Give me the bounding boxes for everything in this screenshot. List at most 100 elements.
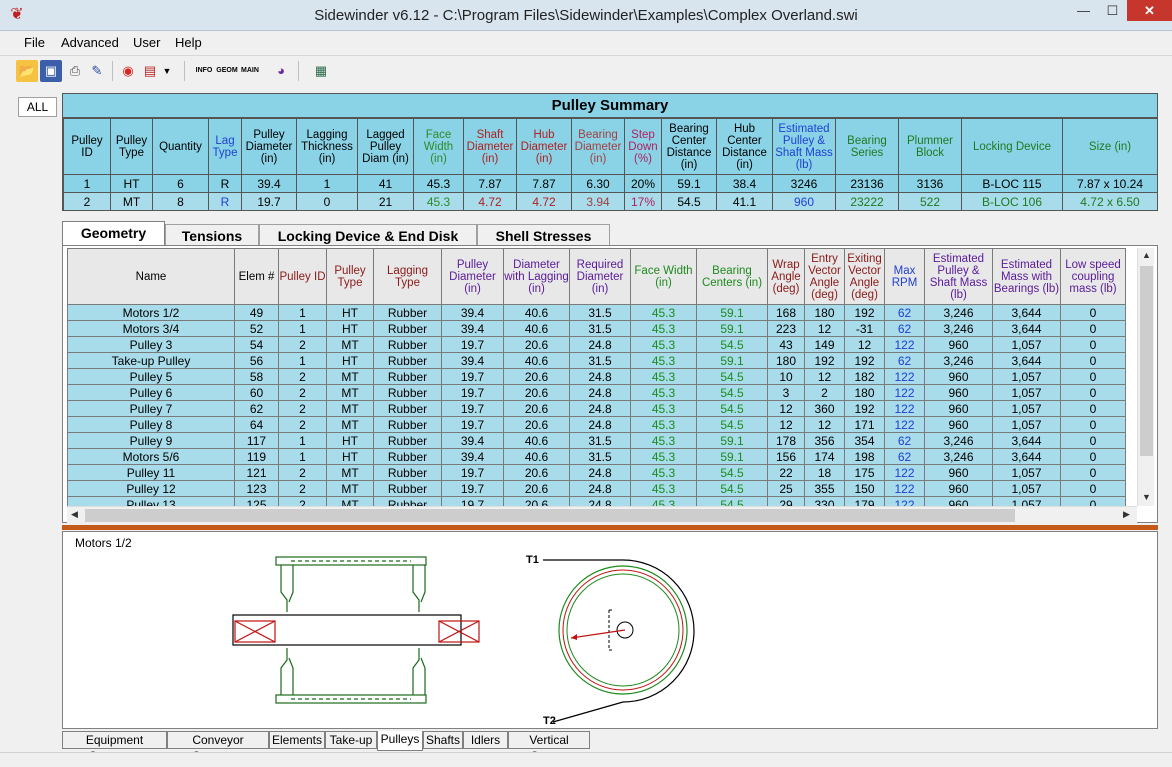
geometry-cell[interactable]: Rubber <box>373 304 442 321</box>
geometry-cell[interactable]: 119 <box>234 448 279 465</box>
geometry-cell[interactable]: 2 <box>804 384 845 401</box>
geometry-cell[interactable]: 0 <box>1060 448 1126 465</box>
summary-cell[interactable]: 23136 <box>835 174 899 193</box>
all-button[interactable]: ALL <box>18 97 57 117</box>
summary-cell[interactable]: 0 <box>296 192 358 211</box>
geometry-cell[interactable]: 180 <box>767 352 805 369</box>
geometry-header-cell[interactable]: Max RPM <box>884 248 925 305</box>
geometry-cell[interactable]: 24.8 <box>569 400 631 417</box>
geometry-cell[interactable]: 3,246 <box>924 448 993 465</box>
geometry-cell[interactable]: 24.8 <box>569 464 631 481</box>
geometry-header-cell[interactable]: Wrap Angle (deg) <box>767 248 805 305</box>
geometry-cell[interactable]: 40.6 <box>503 448 570 465</box>
geometry-cell[interactable]: 62 <box>884 432 925 449</box>
geometry-cell[interactable]: Rubber <box>373 416 442 433</box>
geometry-cell[interactable]: 19.7 <box>441 336 504 353</box>
geometry-cell[interactable]: 122 <box>884 368 925 385</box>
geometry-cell[interactable]: Rubber <box>373 400 442 417</box>
geometry-cell[interactable]: 31.5 <box>569 448 631 465</box>
geometry-cell[interactable]: 45.3 <box>630 416 697 433</box>
geometry-row[interactable]: Pulley 7 62 2 MT Rubber 19.7 20.6 24.8 45.3 54.5 1… <box>67 400 1126 417</box>
tab-geometry[interactable]: Geometry <box>62 221 165 247</box>
geometry-cell[interactable]: 182 <box>844 368 885 385</box>
geometry-cell[interactable]: 43 <box>767 336 805 353</box>
units-icon[interactable]: ◉ <box>117 60 139 82</box>
geometry-header-cell[interactable]: Exiting Vector Angle (deg) <box>844 248 885 305</box>
geometry-header-cell[interactable]: Lagging Type <box>373 248 442 305</box>
chart-icon[interactable]: ◕ <box>270 60 292 82</box>
geometry-cell[interactable]: 198 <box>844 448 885 465</box>
geometry-cell[interactable]: 39.4 <box>441 304 504 321</box>
summary-cell[interactable]: 59.1 <box>661 174 717 193</box>
geom-icon[interactable]: GEOM <box>216 60 238 82</box>
geometry-cell[interactable]: 62 <box>884 352 925 369</box>
menu-file[interactable]: File <box>24 35 45 50</box>
geometry-cell[interactable]: 31.5 <box>569 304 631 321</box>
summary-cell[interactable]: 54.5 <box>661 192 717 211</box>
geometry-cell[interactable]: MT <box>326 464 374 481</box>
geometry-cell[interactable]: 56 <box>234 352 279 369</box>
summary-cell[interactable]: 6.30 <box>571 174 625 193</box>
geometry-cell[interactable]: 1 <box>278 304 327 321</box>
geometry-cell[interactable]: 1,057 <box>992 384 1061 401</box>
geometry-cell[interactable]: 39.4 <box>441 432 504 449</box>
geometry-cell[interactable]: -31 <box>844 320 885 337</box>
scroll-right-icon[interactable]: ▶ <box>1123 509 1130 520</box>
geometry-cell[interactable]: 12 <box>804 416 845 433</box>
geometry-cell[interactable]: 123 <box>234 480 279 497</box>
dropdown-icon[interactable]: ▼ <box>160 60 174 82</box>
geometry-cell[interactable]: 31.5 <box>569 432 631 449</box>
geometry-row[interactable]: Pulley 11 121 2 MT Rubber 19.7 20.6 24.8 45.3 54.… <box>67 464 1126 481</box>
vertical-scroll-thumb[interactable] <box>1140 266 1153 456</box>
summary-cell[interactable]: 23222 <box>835 192 899 211</box>
edit-icon[interactable]: ✎ <box>86 60 108 82</box>
geometry-cell[interactable]: 59.1 <box>696 352 768 369</box>
geometry-cell[interactable]: 122 <box>884 496 925 506</box>
geometry-cell[interactable]: 54.5 <box>696 416 768 433</box>
tab-elements[interactable]: Elements <box>269 731 325 749</box>
geometry-row[interactable]: Take-up Pulley 56 1 HT Rubber 39.4 40.6 31.5 45.… <box>67 352 1126 369</box>
geometry-cell[interactable]: 62 <box>884 304 925 321</box>
geometry-cell[interactable]: 45.3 <box>630 400 697 417</box>
summary-cell[interactable]: 41.1 <box>716 192 773 211</box>
geometry-cell[interactable]: 149 <box>804 336 845 353</box>
geometry-cell[interactable]: 49 <box>234 304 279 321</box>
geometry-cell[interactable]: 3,644 <box>992 448 1061 465</box>
geometry-cell[interactable]: Pulley 6 <box>67 384 235 401</box>
geometry-cell[interactable]: 168 <box>767 304 805 321</box>
geometry-cell[interactable]: 60 <box>234 384 279 401</box>
summary-cell[interactable]: 7.87 <box>516 174 572 193</box>
geometry-cell[interactable]: 960 <box>924 496 993 506</box>
tab-conveyor-summary[interactable]: Conveyor Summary <box>167 731 269 763</box>
geometry-cell[interactable]: 64 <box>234 416 279 433</box>
geometry-cell[interactable]: 45.3 <box>630 304 697 321</box>
geometry-cell[interactable]: 12 <box>767 416 805 433</box>
geometry-cell[interactable]: 122 <box>884 464 925 481</box>
geometry-cell[interactable]: 960 <box>924 480 993 497</box>
geometry-cell[interactable]: 19.7 <box>441 368 504 385</box>
geometry-cell[interactable]: 0 <box>1060 352 1126 369</box>
geometry-cell[interactable]: 192 <box>804 352 845 369</box>
geometry-cell[interactable]: 2 <box>278 400 327 417</box>
geometry-cell[interactable]: Pulley 12 <box>67 480 235 497</box>
geometry-cell[interactable]: 24.8 <box>569 496 631 506</box>
geometry-cell[interactable]: 54.5 <box>696 400 768 417</box>
geometry-cell[interactable]: 59.1 <box>696 320 768 337</box>
geometry-cell[interactable]: 62 <box>884 320 925 337</box>
geometry-cell[interactable]: MT <box>326 416 374 433</box>
geometry-cell[interactable]: 54.5 <box>696 480 768 497</box>
geometry-cell[interactable]: 19.7 <box>441 384 504 401</box>
scroll-down-icon[interactable]: ▼ <box>1142 492 1151 502</box>
geometry-header-cell[interactable]: Bearing Centers (in) <box>696 248 768 305</box>
geometry-cell[interactable]: 0 <box>1060 464 1126 481</box>
geometry-cell[interactable]: 20.6 <box>503 496 570 506</box>
menu-user[interactable]: User <box>133 35 160 50</box>
geometry-cell[interactable]: 1 <box>278 352 327 369</box>
geometry-header-cell[interactable]: Elem # <box>234 248 279 305</box>
tab-vertical-curves[interactable]: Vertical Curves <box>508 731 590 763</box>
geometry-cell[interactable]: 19.7 <box>441 416 504 433</box>
geometry-cell[interactable]: 59.1 <box>696 304 768 321</box>
print-icon[interactable]: ⎙ <box>64 60 86 82</box>
geometry-cell[interactable]: MT <box>326 336 374 353</box>
geometry-cell[interactable]: 45.3 <box>630 352 697 369</box>
